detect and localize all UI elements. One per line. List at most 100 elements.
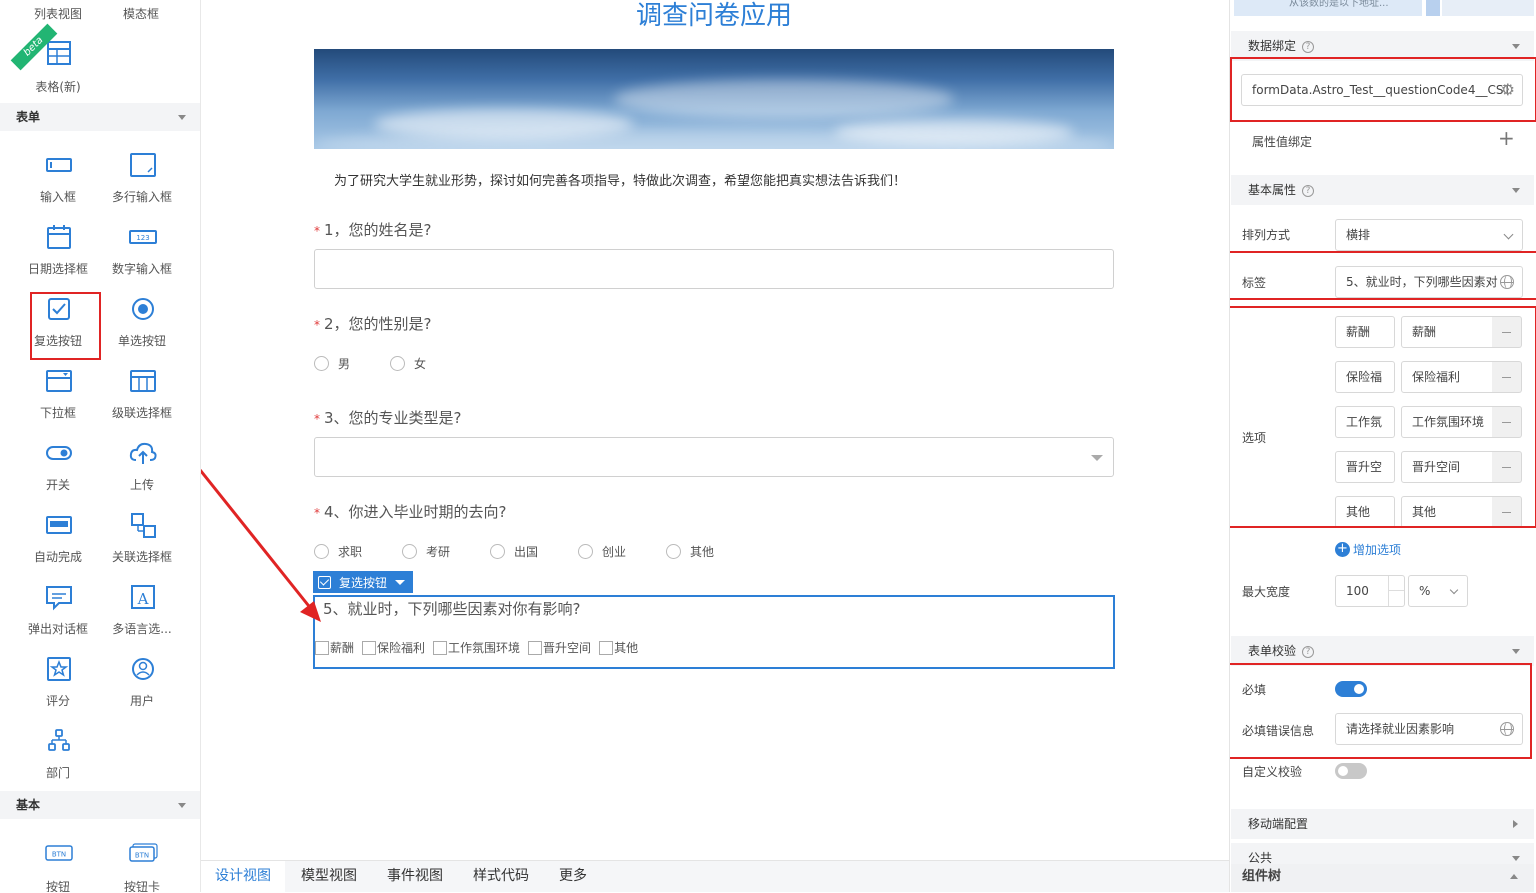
section-title: 数据绑定 — [1248, 39, 1297, 53]
checkbox-option[interactable]: 其他 — [599, 639, 638, 656]
section-mobile-config[interactable]: 移动端配置 — [1231, 809, 1534, 839]
max-width-value: 100 — [1346, 584, 1369, 598]
checkbox-option[interactable]: 保险福利 — [362, 639, 425, 656]
palette-item-label: 弹出对话框 — [27, 622, 88, 636]
help-icon[interactable]: ? — [1302, 40, 1315, 53]
section-validation[interactable]: 表单校验? — [1231, 636, 1534, 666]
radio-option[interactable]: 其他 — [666, 543, 714, 560]
tab-model-view[interactable]: 模型视图 — [287, 861, 371, 893]
radio-male[interactable]: 男 — [314, 355, 350, 372]
tab-style-code[interactable]: 样式代码 — [459, 861, 543, 893]
radio-circle-icon — [490, 544, 505, 559]
palette-item-cascader[interactable]: 级联选择框 — [100, 366, 184, 438]
question-label: 3、您的专业类型是? — [324, 409, 462, 427]
palette-item-modal[interactable]: 模态框 — [123, 5, 159, 22]
max-width-unit-select[interactable]: % — [1408, 575, 1468, 607]
help-icon[interactable]: ? — [1302, 184, 1315, 197]
palette-section-basic[interactable]: 基本 — [0, 791, 200, 819]
help-icon[interactable]: ? — [1302, 645, 1315, 658]
question-4: * 4、你进入毕业时期的去向? — [314, 501, 507, 522]
palette-item-relation-select[interactable]: 关联选择框 — [100, 510, 184, 582]
radio-label: 出国 — [514, 545, 539, 559]
component-tree-header[interactable]: 组件树 — [1231, 864, 1534, 892]
selected-checkbox-group[interactable]: 5、就业时，下列哪些因素对你有影响? 薪酬 保险福利 工作氛围环境 晋升空间 其他 — [313, 595, 1115, 669]
palette-section-form[interactable]: 表单 — [0, 103, 200, 131]
max-width-label: 最大宽度 — [1242, 585, 1291, 599]
radio-option[interactable]: 创业 — [578, 543, 626, 560]
layout-select[interactable]: 横排 — [1335, 219, 1523, 251]
tab-event-view[interactable]: 事件视图 — [373, 861, 457, 893]
multilang-icon: A — [128, 582, 158, 612]
custom-validation-toggle[interactable] — [1335, 763, 1367, 779]
checkbox-square-icon — [599, 640, 614, 655]
department-icon — [44, 726, 74, 756]
add-option-button[interactable]: + 增加选项 — [1335, 541, 1401, 558]
tab-more[interactable]: 更多 — [545, 861, 601, 893]
chevron-down-icon[interactable] — [395, 580, 405, 585]
section-title: 基本 — [16, 798, 41, 812]
palette-item-list-view[interactable]: 列表视图 — [34, 5, 82, 22]
annotation-highlight-options — [1230, 306, 1536, 528]
major-select[interactable] — [314, 437, 1114, 477]
palette-item-textarea[interactable]: 多行输入框 — [100, 150, 184, 222]
attr-binding-label: 属性值绑定 — [1252, 135, 1313, 149]
palette-item-label: 多语言选... — [112, 622, 172, 636]
stepper-down-icon[interactable] — [1388, 591, 1404, 606]
palette-item-autocomplete[interactable]: 自动完成 — [16, 510, 100, 582]
checkbox-label: 工作氛围环境 — [448, 641, 521, 655]
palette-item-dropdown[interactable]: 下拉框 — [16, 366, 100, 438]
max-width-unit: % — [1419, 584, 1431, 598]
checkbox-option[interactable]: 薪酬 — [315, 639, 354, 656]
preview-thumbnail: 从该数的是以下地址... — [1234, 0, 1422, 16]
toggle-knob — [1338, 766, 1348, 776]
radio-label: 创业 — [602, 545, 627, 559]
palette-item-user[interactable]: 用户 — [100, 654, 184, 726]
palette-item-star-rating[interactable]: 评分 — [16, 654, 100, 726]
question-3: * 3、您的专业类型是? — [314, 407, 462, 428]
section-title: 基本属性 — [1248, 183, 1297, 197]
autocomplete-icon — [44, 510, 74, 540]
radio-option[interactable]: 出国 — [490, 543, 538, 560]
section-title: 移动端配置 — [1248, 817, 1309, 831]
palette-item-department[interactable]: 部门 — [16, 726, 100, 798]
section-title: 组件树 — [1242, 869, 1282, 884]
button-card-icon: BTN — [128, 838, 158, 868]
palette-item-number-input[interactable]: 123 数字输入框 — [100, 222, 184, 294]
palette-item-button[interactable]: BTN 按钮 — [16, 838, 100, 892]
palette-item-radio[interactable]: 单选按钮 — [100, 294, 184, 366]
annotation-highlight-data-binding — [1230, 57, 1536, 122]
palette-item-switch[interactable]: 开关 — [16, 438, 100, 510]
palette-item-multilang[interactable]: A 多语言选... — [100, 582, 184, 654]
palette-item-upload-cloud[interactable]: 上传 — [100, 438, 184, 510]
collapse-caret-icon — [1512, 649, 1520, 654]
question-label: 2，您的性别是? — [324, 315, 432, 333]
radio-option[interactable]: 求职 — [314, 543, 362, 560]
collapse-caret-icon — [1512, 44, 1520, 49]
radio-icon — [128, 294, 158, 324]
tab-design-view[interactable]: 设计视图 — [201, 861, 285, 893]
palette-item-button-card[interactable]: BTN 按钮卡 — [100, 838, 184, 892]
palette-item-input[interactable]: 输入框 — [16, 150, 100, 222]
checkbox-option[interactable]: 工作氛围环境 — [433, 639, 520, 656]
palette-item-label: 关联选择框 — [111, 550, 172, 564]
palette-item-calendar[interactable]: 日期选择框 — [16, 222, 100, 294]
collapse-caret-icon — [1512, 856, 1520, 861]
add-plus-icon[interactable]: + — [1498, 128, 1515, 148]
radio-label: 求职 — [338, 545, 363, 559]
checkbox-option[interactable]: 晋升空间 — [528, 639, 591, 656]
name-input[interactable] — [314, 249, 1114, 289]
input-icon — [44, 150, 74, 180]
max-width-input[interactable]: 100 — [1335, 575, 1405, 607]
selected-component-name: 复选按钮 — [339, 575, 388, 590]
relation-select-icon — [128, 510, 158, 540]
checkbox-icon — [318, 575, 331, 589]
section-basic-props[interactable]: 基本属性? — [1231, 175, 1534, 205]
palette-item-popup-dialog[interactable]: 弹出对话框 — [16, 582, 100, 654]
properties-panel: 从该数的是以下地址... 数据绑定? formData.Astro_Test__… — [1229, 0, 1536, 892]
stepper-up-icon[interactable] — [1388, 576, 1404, 591]
radio-option[interactable]: 考研 — [402, 543, 450, 560]
radio-female[interactable]: 女 — [390, 355, 426, 372]
palette-item-label: 上传 — [129, 478, 154, 492]
section-title: 公共 — [1248, 851, 1273, 865]
selected-component-tag[interactable]: 复选按钮 — [313, 571, 413, 593]
